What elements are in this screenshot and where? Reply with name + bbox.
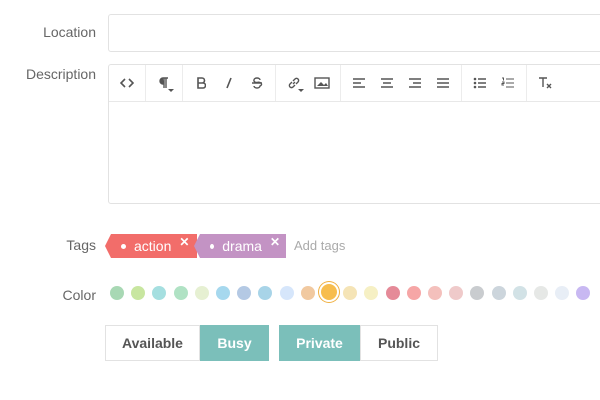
link-icon[interactable] <box>280 69 308 97</box>
color-swatch[interactable] <box>216 286 230 300</box>
color-swatch[interactable] <box>385 286 400 300</box>
location-input[interactable] <box>108 14 600 52</box>
color-label: Color <box>62 287 96 303</box>
toolbar-group-align <box>341 65 462 101</box>
toolbar-group-view <box>109 65 146 101</box>
italic-icon[interactable] <box>215 69 243 97</box>
tags-label: Tags <box>66 237 96 253</box>
color-swatch[interactable] <box>321 284 337 300</box>
color-swatch[interactable] <box>534 286 548 300</box>
color-swatch[interactable] <box>173 286 188 300</box>
remove-tag-icon[interactable]: ✕ <box>179 235 189 249</box>
toolbar-group-clear <box>527 65 563 101</box>
toolbar-group-link <box>276 65 341 101</box>
color-swatch[interactable] <box>470 286 485 300</box>
color-swatch[interactable] <box>364 286 379 300</box>
toolbar-group-paragraph <box>146 65 183 101</box>
add-tags-input[interactable]: Add tags <box>294 238 345 253</box>
clear-formatting-icon[interactable] <box>531 69 559 97</box>
remove-tag-icon[interactable]: ✕ <box>270 235 280 249</box>
description-label: Description <box>25 66 96 82</box>
color-swatch[interactable] <box>279 286 294 300</box>
visibility-private-button[interactable]: Private <box>279 325 360 361</box>
color-swatch[interactable] <box>237 286 252 300</box>
paragraph-format-icon[interactable] <box>150 69 178 97</box>
tag-dot <box>121 243 126 249</box>
align-justify-icon[interactable] <box>429 69 457 97</box>
align-center-icon[interactable] <box>373 69 401 97</box>
color-swatch[interactable] <box>258 286 273 300</box>
visibility-public-button[interactable]: Public <box>360 325 438 361</box>
color-swatch[interactable] <box>512 286 527 300</box>
color-swatch[interactable] <box>300 286 315 300</box>
toolbar-group-lists <box>462 65 527 101</box>
color-swatch[interactable] <box>428 286 442 300</box>
code-view-icon[interactable] <box>113 69 141 97</box>
color-swatch[interactable] <box>152 286 167 300</box>
editor-content[interactable] <box>109 102 600 202</box>
color-swatch[interactable] <box>110 286 124 300</box>
tag-label: action <box>134 238 172 254</box>
strikethrough-icon[interactable] <box>243 69 271 97</box>
location-label: Location <box>43 24 96 40</box>
color-swatch[interactable] <box>343 286 358 300</box>
color-swatch[interactable] <box>131 286 146 300</box>
bulleted-list-icon[interactable] <box>466 69 494 97</box>
description-editor[interactable] <box>108 64 600 204</box>
color-swatch[interactable] <box>406 286 421 300</box>
align-left-icon[interactable] <box>345 69 373 97</box>
status-busy-button[interactable]: Busy <box>200 325 269 361</box>
tag-action: action ✕ <box>105 234 197 258</box>
tag-label: drama <box>222 238 262 254</box>
numbered-list-icon[interactable] <box>494 69 522 97</box>
toolbar-group-text <box>183 65 276 101</box>
color-swatch[interactable] <box>194 286 209 300</box>
color-swatch[interactable] <box>491 286 506 300</box>
editor-toolbar <box>109 65 600 102</box>
bold-icon[interactable] <box>187 69 215 97</box>
tag-drama: drama ✕ <box>194 234 286 258</box>
tag-dot <box>210 243 215 249</box>
image-icon[interactable] <box>308 69 336 97</box>
color-swatch[interactable] <box>449 286 464 300</box>
align-right-icon[interactable] <box>401 69 429 97</box>
status-available-button[interactable]: Available <box>105 325 200 361</box>
color-swatch[interactable] <box>576 286 591 300</box>
color-swatch[interactable] <box>555 286 570 300</box>
